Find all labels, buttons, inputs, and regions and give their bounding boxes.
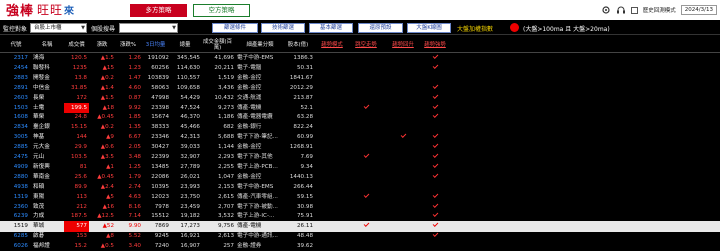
chevron-down-icon: ▼: [172, 25, 176, 31]
check-icon: [363, 191, 369, 198]
col-amount[interactable]: 成交金額(百萬): [201, 38, 234, 51]
check-icon: [363, 221, 369, 228]
check-icon: [432, 63, 438, 69]
col-price[interactable]: 成交價: [64, 38, 89, 51]
cell-pct: 3.40: [128, 243, 141, 250]
check-icon: [432, 53, 438, 59]
monitor-label: 監控對象: [3, 26, 28, 33]
chevron-down-icon: ▼: [81, 25, 85, 31]
brand-main: 強棒: [6, 4, 35, 19]
check-icon: [363, 102, 369, 109]
settings-icon[interactable]: [601, 5, 611, 15]
history-mode-checkbox[interactable]: [630, 6, 638, 14]
market-status-indicator: [510, 23, 519, 32]
cell-chg: ▲0.5: [100, 243, 114, 250]
col-gap-trend[interactable]: 跳空走勢: [349, 38, 383, 51]
brand-sub: 旺旺: [37, 3, 64, 17]
signal-cell: [386, 241, 420, 251]
monitor-select-value: 台股上市櫃: [34, 25, 62, 31]
stock-table: 代號 名稱 成交價 漲跌 漲跌% 3日均量 總量 成交金額(百萬) 細產業分類 …: [0, 36, 720, 251]
cell-pe: 39.62: [296, 243, 313, 250]
cell-vol3: 7240: [154, 243, 169, 250]
cell-price: 15.2: [74, 243, 87, 250]
check-icon: [432, 172, 438, 178]
cell-amt: 257: [223, 243, 234, 250]
check-icon: [432, 231, 438, 238]
brand-sub2: 來: [64, 6, 76, 17]
brand-logo: 強棒 旺旺 來: [6, 1, 76, 19]
check-icon: [432, 162, 438, 168]
col-name[interactable]: 名稱: [33, 38, 61, 51]
toolbar: 監控對象 台股上市櫃 ▼ 個股搜尋 ▼ 篩選條件 技術篩選 基本篩選 還原預設 …: [0, 20, 720, 35]
check-icon: [432, 92, 438, 99]
table-header: 代號 名稱 成交價 漲跌 漲跌% 3日均量 總量 成交金額(百萬) 細產業分類 …: [0, 36, 720, 53]
check-icon: [432, 191, 438, 198]
table-row[interactable]: 6026 福邦證 15.2 ▲0.5 3.40 7240 16,907 257 金融-證券 39.…: [0, 241, 720, 251]
check-icon: [363, 152, 369, 158]
cell-code: 6026: [13, 243, 28, 250]
col-industry[interactable]: 細產業分類: [237, 38, 283, 51]
check-icon: [432, 82, 438, 89]
market-index-label: 大盤加權指數: [457, 26, 494, 33]
col-code[interactable]: 代號: [4, 38, 28, 51]
date-picker[interactable]: 2024/3/13: [680, 5, 717, 15]
check-icon: [432, 201, 438, 208]
search-input[interactable]: ▼: [119, 23, 178, 33]
tab-bear-strategy[interactable]: 空方策略: [193, 4, 250, 17]
check-icon: [432, 112, 438, 119]
cell-ind: 金融-證券: [237, 243, 262, 250]
search-label: 個股搜尋: [91, 26, 116, 33]
signal-cell: [349, 241, 383, 251]
technical-filter-button[interactable]: 技術篩選: [261, 23, 305, 33]
market-kline-button[interactable]: 大盤K線圖: [407, 23, 451, 33]
col-change-pct[interactable]: 漲跌%: [115, 38, 141, 51]
filter-conditions-button[interactable]: 篩選條件: [212, 23, 258, 33]
check-icon: [400, 132, 406, 139]
check-icon: [432, 211, 438, 218]
check-icon: [432, 221, 438, 228]
col-trend-rebound[interactable]: 趨勢回升: [386, 38, 420, 51]
signal-cell: [317, 241, 347, 251]
app-header: 強棒 旺旺 來 多方策略 空方策略 歷史回測模式 2024/3/13: [0, 0, 720, 20]
col-change[interactable]: 漲跌: [90, 38, 114, 51]
check-icon: [432, 102, 438, 109]
signal-cell: [420, 241, 450, 251]
col-avg3-volume[interactable]: 3日均量: [142, 38, 169, 51]
col-volume[interactable]: 總量: [170, 38, 200, 51]
col-trend-strong[interactable]: 趨勢強勢: [420, 38, 450, 51]
market-condition-text: (大盤>100ma 且 大盤>20ma): [523, 26, 610, 33]
check-icon: [432, 142, 438, 149]
headset-icon[interactable]: [616, 5, 626, 15]
check-icon: [432, 132, 438, 139]
monitor-select[interactable]: 台股上市櫃 ▼: [30, 23, 87, 33]
fundamental-filter-button[interactable]: 基本篩選: [309, 23, 353, 33]
cell-vol: 16,907: [180, 243, 200, 250]
check-icon: [432, 152, 438, 158]
col-capital[interactable]: 股本(億): [283, 38, 313, 51]
cell-name: 福邦證: [33, 243, 50, 250]
reset-default-button[interactable]: 還原預設: [358, 23, 403, 33]
col-trend-mode[interactable]: 趨勢模式: [317, 38, 347, 51]
tab-bull-strategy[interactable]: 多方策略: [130, 4, 187, 17]
history-mode-label: 歷史回測模式: [642, 8, 676, 14]
